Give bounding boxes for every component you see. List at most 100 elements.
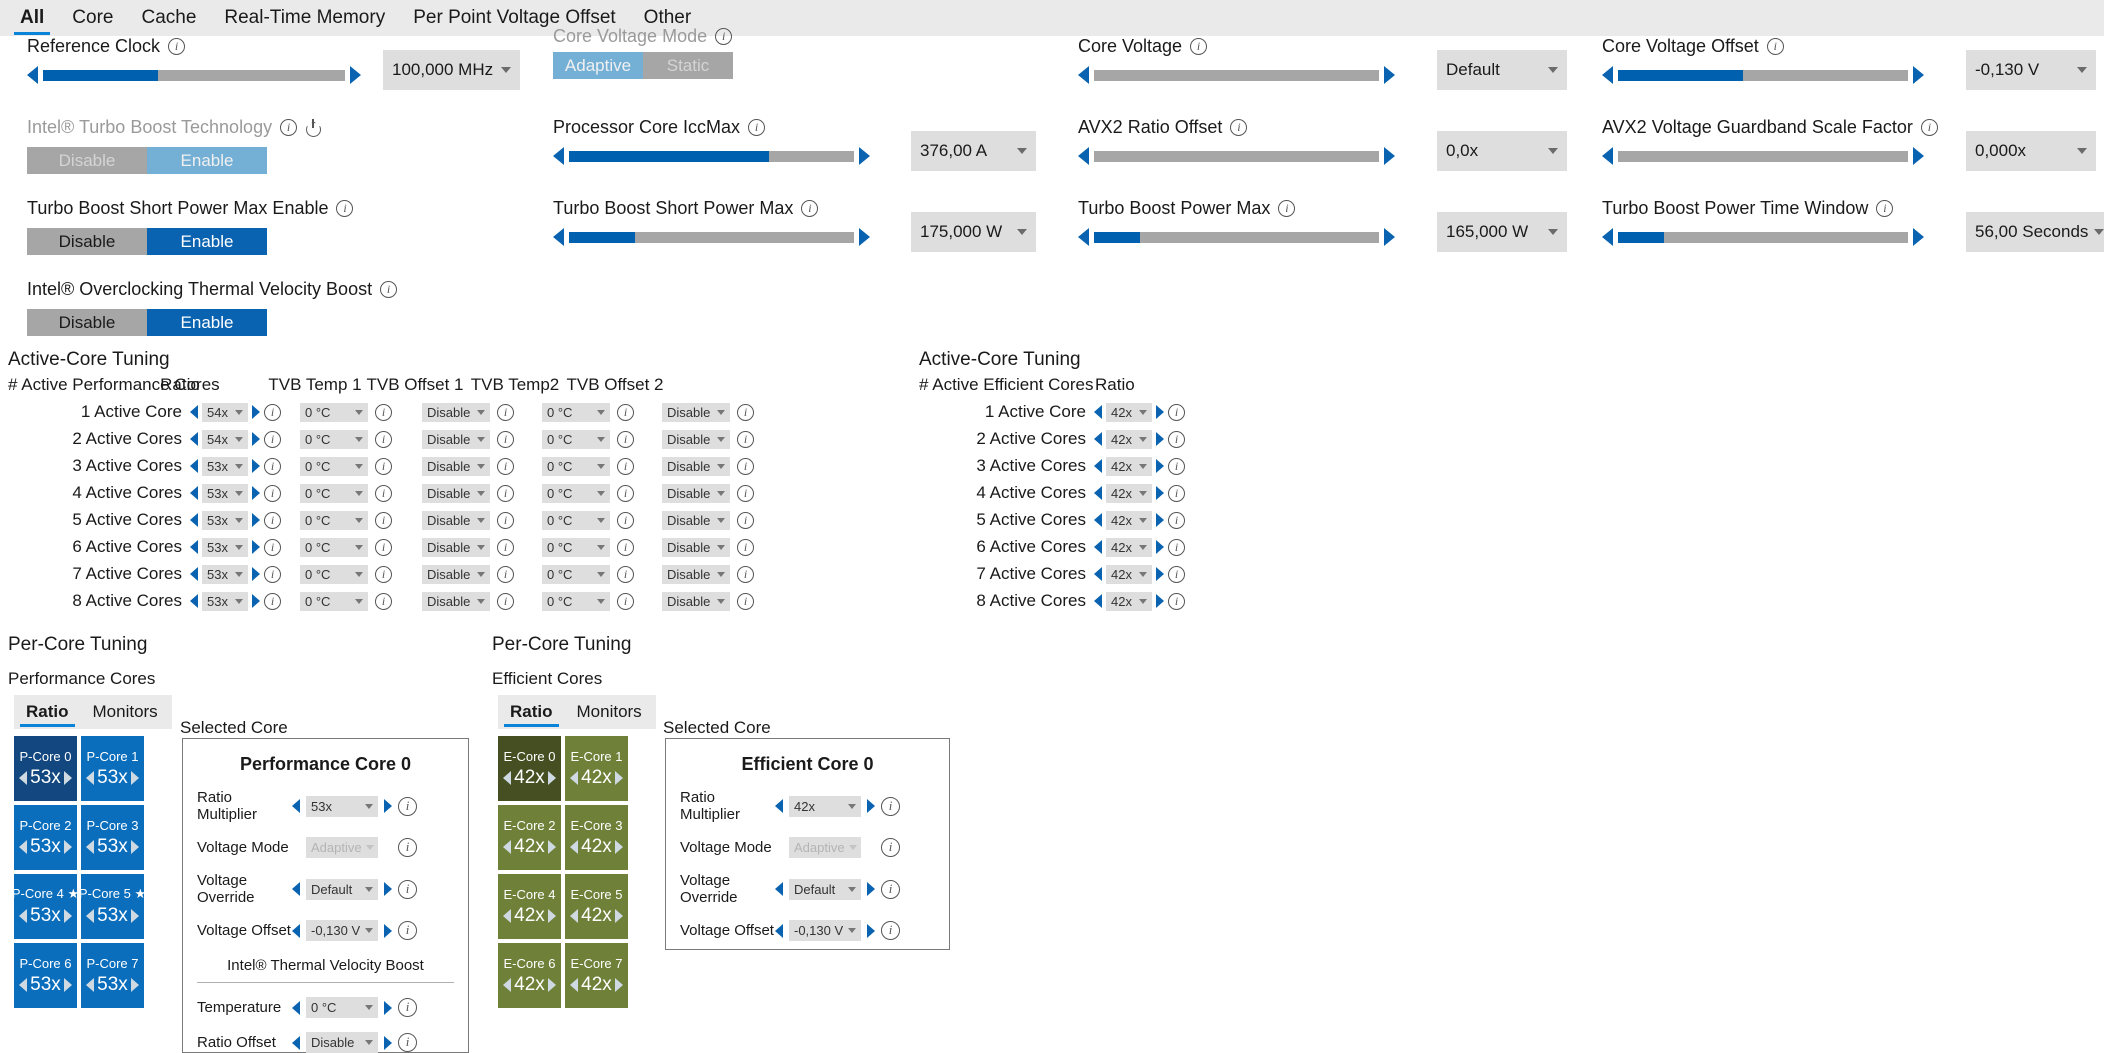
- tvb-temp1-dropdown[interactable]: 0 °C: [300, 537, 368, 557]
- core-tile-ratio-stepper[interactable]: 42x: [570, 836, 623, 858]
- slider-decrement-arrow[interactable]: [553, 228, 564, 246]
- decrement-arrow[interactable]: [292, 1000, 300, 1015]
- tvb-temp2-dropdown[interactable]: 0 °C: [542, 483, 610, 503]
- ratio-stepper[interactable]: 53x i: [190, 564, 290, 584]
- core-tile-ratio-stepper[interactable]: 53x: [86, 905, 139, 927]
- tvb-offset2-cell[interactable]: Disable i: [662, 456, 754, 476]
- core-tile-ratio-stepper[interactable]: 42x: [503, 767, 556, 789]
- info-icon[interactable]: i: [737, 565, 754, 583]
- decrement-arrow[interactable]: [570, 839, 579, 854]
- turbo-boost-short-power-max-value-dropdown[interactable]: 175,000 W: [911, 212, 1036, 252]
- turbo-boost-power-time-window-value-dropdown[interactable]: 56,00 Seconds: [1966, 212, 2104, 252]
- efficient-tab-ratio[interactable]: Ratio: [498, 695, 565, 729]
- tvb-offset1-dropdown[interactable]: Disable: [422, 402, 490, 422]
- decrement-arrow[interactable]: [503, 770, 512, 785]
- slider-track[interactable]: [1618, 231, 1908, 243]
- info-icon[interactable]: i: [264, 484, 281, 502]
- increment-arrow[interactable]: [130, 909, 139, 923]
- slider-track[interactable]: [1094, 231, 1379, 243]
- decrement-arrow[interactable]: [190, 459, 198, 473]
- increment-arrow[interactable]: [63, 770, 72, 785]
- tvb-offset2-cell[interactable]: Disable i: [662, 483, 754, 503]
- tvb-temp2-cell[interactable]: 0 °C i: [542, 456, 634, 476]
- info-icon[interactable]: i: [737, 430, 754, 448]
- core-tile-ratio-stepper[interactable]: 53x: [86, 974, 139, 996]
- info-icon[interactable]: i: [737, 457, 754, 475]
- info-icon[interactable]: i: [375, 592, 392, 610]
- increment-arrow[interactable]: [1156, 486, 1164, 500]
- slider-increment-arrow[interactable]: [859, 147, 870, 165]
- tvb-temp1-dropdown[interactable]: 0 °C: [300, 429, 368, 449]
- core-tile-e-core-2[interactable]: E-Core 2 42x: [498, 805, 561, 870]
- tbspme-enable-button[interactable]: Enable: [147, 228, 267, 255]
- slider-track[interactable]: [1094, 69, 1379, 81]
- panel-value-dropdown[interactable]: 0 °C: [306, 997, 378, 1018]
- performance-tab-ratio[interactable]: Ratio: [14, 695, 81, 729]
- info-icon[interactable]: i: [617, 538, 634, 556]
- info-icon[interactable]: i: [881, 838, 900, 857]
- info-icon[interactable]: i: [1766, 38, 1784, 55]
- info-icon[interactable]: i: [375, 430, 392, 448]
- decrement-arrow[interactable]: [503, 977, 512, 992]
- tvb-temp2-dropdown[interactable]: 0 °C: [542, 456, 610, 476]
- slider-decrement-arrow[interactable]: [1078, 228, 1089, 246]
- decrement-arrow[interactable]: [1094, 567, 1102, 581]
- increment-arrow[interactable]: [252, 486, 260, 500]
- tvb-temp1-dropdown[interactable]: 0 °C: [300, 483, 368, 503]
- tvb-temp1-dropdown[interactable]: 0 °C: [300, 564, 368, 584]
- core-tile-ratio-stepper[interactable]: 42x: [570, 905, 623, 927]
- decrement-arrow[interactable]: [570, 908, 579, 923]
- tvb-temp1-dropdown[interactable]: 0 °C: [300, 402, 368, 422]
- info-icon[interactable]: i: [801, 200, 819, 217]
- tvb-offset2-dropdown[interactable]: Disable: [662, 564, 730, 584]
- tvb-offset2-cell[interactable]: Disable i: [662, 591, 754, 611]
- tab-cache[interactable]: Cache: [127, 0, 210, 36]
- increment-arrow[interactable]: [547, 908, 556, 923]
- decrement-arrow[interactable]: [86, 909, 95, 923]
- oc-thermal-velocity-boost-toggle[interactable]: Disable Enable: [27, 309, 267, 336]
- core-tile-e-core-1[interactable]: E-Core 1 42x: [565, 736, 628, 801]
- tvb-offset2-dropdown[interactable]: Disable: [662, 510, 730, 530]
- avx2-voltage-guardband-slider[interactable]: [1602, 147, 1938, 165]
- tvb-temp2-dropdown[interactable]: 0 °C: [542, 510, 610, 530]
- tvb-offset1-dropdown[interactable]: Disable: [422, 591, 490, 611]
- decrement-arrow[interactable]: [1094, 459, 1102, 473]
- info-icon[interactable]: i: [497, 538, 514, 556]
- panel-value-dropdown[interactable]: Default: [306, 878, 378, 900]
- info-icon[interactable]: i: [617, 511, 634, 529]
- slider-track[interactable]: [1618, 150, 1908, 162]
- increment-arrow[interactable]: [130, 977, 139, 992]
- info-icon[interactable]: i: [617, 403, 634, 421]
- info-icon[interactable]: i: [168, 38, 186, 55]
- increment-arrow[interactable]: [130, 839, 139, 854]
- avx2-ratio-offset-slider[interactable]: [1078, 147, 1395, 165]
- increment-arrow[interactable]: [252, 540, 260, 554]
- info-icon[interactable]: i: [264, 430, 281, 448]
- increment-arrow[interactable]: [547, 977, 556, 992]
- increment-arrow[interactable]: [1156, 567, 1164, 581]
- ratio-dropdown[interactable]: 42x: [1106, 564, 1152, 584]
- tvb-temp2-cell[interactable]: 0 °C i: [542, 510, 634, 530]
- turbo-boost-power-time-window-slider[interactable]: [1602, 228, 1924, 246]
- ratio-stepper[interactable]: 42x i: [1094, 564, 1185, 584]
- tvb-temp1-cell[interactable]: 0 °C i: [300, 564, 392, 584]
- info-icon[interactable]: i: [1168, 511, 1185, 529]
- ratio-stepper[interactable]: 53x i: [190, 510, 290, 530]
- panel-value-dropdown[interactable]: -0,130 V: [306, 920, 378, 941]
- info-icon[interactable]: i: [737, 511, 754, 529]
- turbo-boost-short-power-max-slider[interactable]: [553, 228, 870, 246]
- info-icon[interactable]: i: [1168, 457, 1185, 475]
- tvb-temp1-cell[interactable]: 0 °C i: [300, 429, 392, 449]
- info-icon[interactable]: i: [375, 538, 392, 556]
- info-icon[interactable]: i: [375, 511, 392, 529]
- turbo-boost-technology-toggle[interactable]: Disable Enable: [27, 147, 267, 174]
- ratio-dropdown[interactable]: 53x: [202, 537, 248, 557]
- increment-arrow[interactable]: [384, 923, 392, 938]
- info-icon[interactable]: i: [497, 565, 514, 583]
- decrement-arrow[interactable]: [775, 923, 783, 938]
- decrement-arrow[interactable]: [190, 594, 198, 608]
- tvb-offset1-dropdown[interactable]: Disable: [422, 564, 490, 584]
- tvb-offset1-cell[interactable]: Disable i: [422, 429, 514, 449]
- processor-core-iccmax-slider[interactable]: [553, 147, 870, 165]
- info-icon[interactable]: i: [881, 879, 900, 899]
